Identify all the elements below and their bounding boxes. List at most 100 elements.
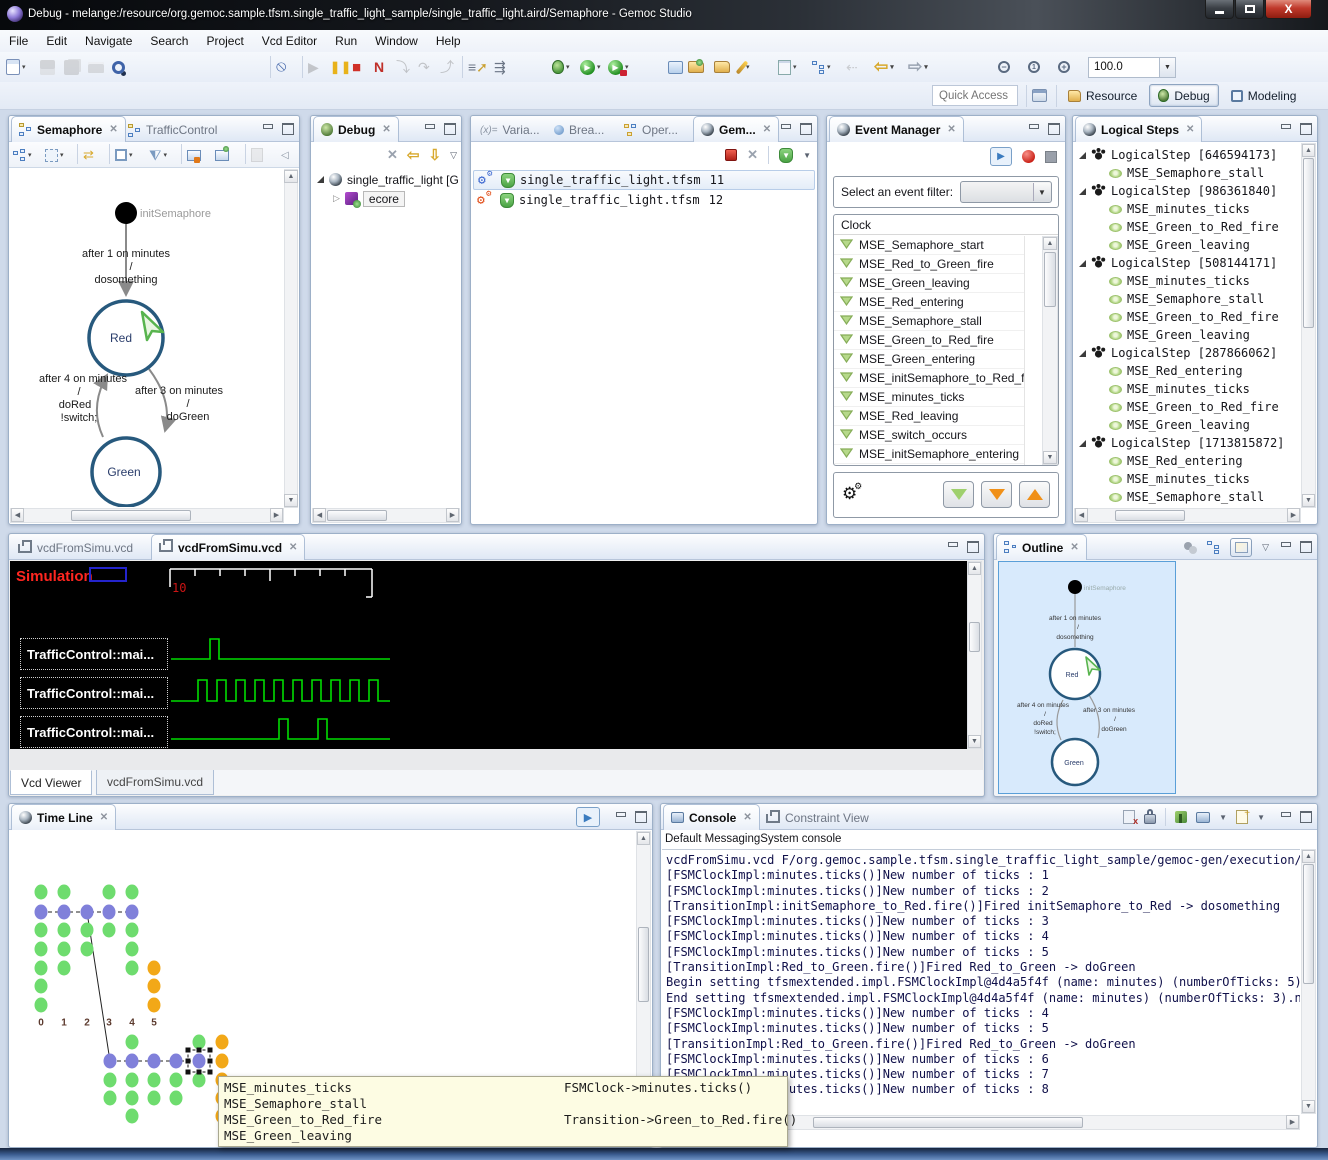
toggle-step-filters-button[interactable]: ⇶ xyxy=(494,56,506,78)
logical-step-row[interactable]: LogicalStep [986361840] xyxy=(1075,182,1299,200)
tab-outline[interactable]: Outline✕ xyxy=(996,534,1087,560)
clock-enabled-icon[interactable] xyxy=(840,276,853,290)
timeline-event-dot-green[interactable] xyxy=(103,923,116,938)
expanded-twisty-icon[interactable] xyxy=(317,176,324,183)
timeline-event-dot-green[interactable] xyxy=(126,1091,139,1106)
mse-event-row[interactable]: MSE_Semaphore_stall xyxy=(1075,488,1299,506)
zoom-out-button[interactable]: − xyxy=(998,56,1010,78)
timeline-step-dot-blue[interactable] xyxy=(81,905,94,920)
logical-step-row[interactable]: LogicalStep [508144171] xyxy=(1075,254,1299,272)
timeline-event-dot-green[interactable] xyxy=(170,1073,183,1088)
debug-tree-root[interactable]: single_traffic_light [G xyxy=(313,170,459,189)
open-console-dropdown-icon[interactable]: ▼ xyxy=(1257,813,1265,822)
tab-breakpoints[interactable]: Brea... xyxy=(547,118,611,142)
maximize-view-icon[interactable] xyxy=(799,122,813,134)
clock-enabled-icon[interactable] xyxy=(840,390,853,404)
save-all-button[interactable] xyxy=(64,56,79,78)
debug-horizontal-scrollbar[interactable]: ◀▶ xyxy=(312,508,460,523)
mse-event-row[interactable]: MSE_Green_to_Red_fire xyxy=(1075,308,1299,326)
menu-help[interactable]: Help xyxy=(427,32,470,50)
filters-button[interactable]: ⧨▾ xyxy=(149,144,167,166)
open-element-button[interactable] xyxy=(688,56,704,78)
timeline-step-dot-blue[interactable] xyxy=(170,1054,183,1069)
timeline-step-dot-blue[interactable] xyxy=(126,905,139,920)
mark-occurrences-button[interactable]: ▾ xyxy=(740,56,750,78)
timeline-step-dot-blue[interactable] xyxy=(103,905,116,920)
state-red-label[interactable]: Red xyxy=(110,331,132,345)
timeline-event-dot-green[interactable] xyxy=(58,923,71,938)
tab-semaphore[interactable]: Semaphore✕ xyxy=(11,116,126,142)
print-button[interactable] xyxy=(88,56,104,78)
logical-step-row[interactable]: LogicalStep [287866062] xyxy=(1075,344,1299,362)
timeline-event-dot-green[interactable] xyxy=(148,1073,161,1088)
timeline-event-dot-orange[interactable] xyxy=(216,1054,229,1069)
state-green-label[interactable]: Green xyxy=(107,465,140,479)
dispose-engines-icon[interactable]: ✕ xyxy=(747,147,758,163)
clock-enabled-icon[interactable] xyxy=(840,371,853,385)
logical-step-row[interactable]: LogicalStep [1713815872] xyxy=(1075,434,1299,452)
save-button[interactable] xyxy=(40,56,55,78)
remove-terminated-icon[interactable]: ✕ xyxy=(387,147,398,163)
collapse-icon[interactable]: ⇦ xyxy=(407,146,420,164)
open-folder-button[interactable] xyxy=(714,56,730,78)
timeline-play-button[interactable]: ▶ xyxy=(576,807,600,827)
use-step-filters-button[interactable]: ≡➚ xyxy=(468,56,488,78)
menu-run[interactable]: Run xyxy=(326,32,366,50)
clock-column-header[interactable]: Clock xyxy=(834,215,1058,235)
mse-event-row[interactable]: MSE_Semaphore_stall xyxy=(1075,164,1299,182)
outline-overview-icon[interactable] xyxy=(1184,542,1197,554)
new-wizard-button[interactable]: ▾ xyxy=(6,56,26,78)
minimize-view-icon[interactable] xyxy=(1279,540,1293,552)
console-vscrollbar[interactable]: ▲▼ xyxy=(1301,849,1316,1114)
open-perspective-button[interactable] xyxy=(1032,84,1047,106)
step-into-button[interactable]: ⤵ xyxy=(396,56,410,78)
close-tab-icon[interactable]: ✕ xyxy=(1186,124,1194,135)
select-mode-button[interactable]: ▾ xyxy=(45,144,64,166)
minimize-view-icon[interactable] xyxy=(779,122,793,134)
outline-thumbnail[interactable]: initSemaphore after 1 on minutes / dosom… xyxy=(998,561,1176,794)
clock-row[interactable]: MSE_Semaphore_stall xyxy=(834,312,1024,331)
clock-row[interactable]: MSE_minutes_ticks xyxy=(834,388,1024,407)
expanded-twisty-icon[interactable] xyxy=(1079,152,1086,159)
minimize-view-icon[interactable] xyxy=(1027,122,1041,134)
menu-vcd-editor[interactable]: Vcd Editor xyxy=(253,32,326,50)
close-tab-icon[interactable]: ✕ xyxy=(1070,542,1078,553)
timeline-event-dot-green[interactable] xyxy=(58,961,71,976)
timeline-step-dot-blue[interactable] xyxy=(104,1054,117,1069)
hierarchy-button[interactable]: ▾ xyxy=(812,56,831,78)
close-tab-icon[interactable]: ✕ xyxy=(382,124,390,135)
menu-edit[interactable]: Edit xyxy=(37,32,76,50)
expanded-twisty-icon[interactable] xyxy=(1079,440,1086,447)
maximize-view-icon[interactable] xyxy=(1047,122,1061,134)
timeline-event-dot-green[interactable] xyxy=(126,885,139,900)
maximize-view-icon[interactable] xyxy=(443,122,457,134)
timeline-event-dot-green[interactable] xyxy=(58,885,71,900)
diagram-vertical-scrollbar[interactable]: ▲▼ xyxy=(284,169,298,508)
export-image-button[interactable] xyxy=(187,144,201,166)
clock-row[interactable]: MSE_Red_leaving xyxy=(834,407,1024,426)
timeline-event-dot-green[interactable] xyxy=(104,1073,117,1088)
zoom-in-button[interactable]: + xyxy=(1058,56,1070,78)
logical-steps-vscrollbar[interactable]: ▲▼ xyxy=(1301,143,1316,508)
title-bar[interactable]: Debug - melange:/resource/org.gemoc.samp… xyxy=(0,0,1328,30)
scroll-lock-icon[interactable] xyxy=(1144,814,1156,824)
shield-dropdown-icon[interactable]: ▼ xyxy=(803,151,811,160)
suspend-button[interactable]: ❚❚ xyxy=(330,56,352,78)
timeline-event-dot-green[interactable] xyxy=(103,885,116,900)
state-machine-diagram[interactable]: initSemaphore after 1 on minutes / dosom… xyxy=(11,169,283,507)
maximize-window-button[interactable] xyxy=(1235,0,1264,19)
transition-action-label[interactable]: doGreen xyxy=(167,411,210,423)
mse-event-row[interactable]: MSE_Red_entering xyxy=(1075,362,1299,380)
maximize-view-icon[interactable] xyxy=(1299,122,1313,134)
mse-event-row[interactable]: MSE_Semaphore_stall xyxy=(1075,290,1299,308)
timeline-event-dot-green[interactable] xyxy=(104,1091,117,1106)
expanded-twisty-icon[interactable] xyxy=(1079,188,1086,195)
step-return-button[interactable]: ⤴ xyxy=(440,56,454,78)
timeline-event-dot-green[interactable] xyxy=(58,942,71,957)
timeline-event-dot-green[interactable] xyxy=(126,961,139,976)
zoom-level-combo[interactable]: 100.0▼ xyxy=(1088,56,1176,78)
clear-console-icon[interactable]: x xyxy=(1123,810,1135,824)
engine-shield-icon[interactable]: ▼ xyxy=(779,148,793,163)
timeline-event-dot-orange[interactable] xyxy=(148,998,161,1013)
transition-label[interactable]: after 4 on minutes xyxy=(39,373,128,385)
